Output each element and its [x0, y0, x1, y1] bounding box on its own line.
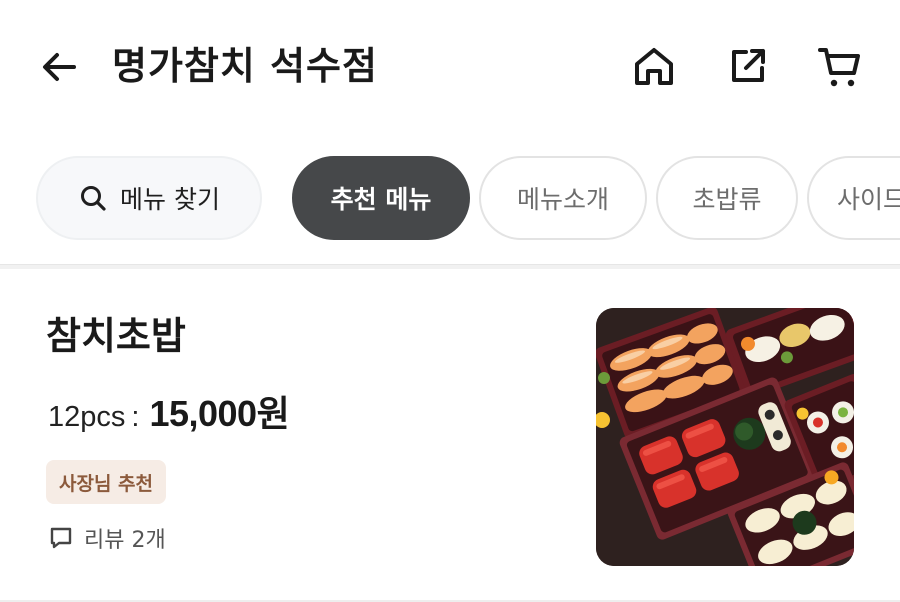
back-button[interactable]	[34, 42, 84, 92]
back-arrow-icon	[43, 53, 76, 81]
price-separator: :	[131, 401, 140, 433]
menu-item-name: 참치초밥	[46, 314, 186, 358]
comment-icon	[48, 525, 74, 551]
category-tabs: 메뉴 찾기 추천 메뉴 메뉴소개 초밥류 사이드	[0, 154, 900, 242]
menu-search-button[interactable]: 메뉴 찾기	[36, 156, 262, 240]
recommend-badge: 사장님 추천	[46, 460, 167, 504]
home-icon	[635, 48, 673, 85]
price-row: 12pcs : 15,000원	[48, 390, 290, 441]
tab-recommended[interactable]: 추천 메뉴	[292, 156, 470, 240]
search-icon	[78, 183, 108, 213]
tab-menu-intro[interactable]: 메뉴소개	[479, 156, 647, 240]
review-count: 리뷰 2개	[48, 522, 166, 554]
home-button[interactable]	[628, 40, 680, 92]
tab-sushi[interactable]: 초밥류	[656, 156, 798, 240]
menu-search-label: 메뉴 찾기	[120, 185, 220, 214]
section-divider	[0, 264, 900, 269]
menu-item-image	[596, 308, 854, 566]
cart-button[interactable]	[814, 40, 866, 92]
review-count-label: 리뷰 2개	[84, 528, 166, 553]
share-icon	[732, 49, 765, 82]
cart-icon	[818, 48, 860, 87]
menu-item-card[interactable]: 참치초밥 12pcs : 15,000원 사장님 추천 리뷰 2개	[0, 270, 900, 600]
price-value: 15,000원	[149, 393, 290, 434]
sushi-platter-image	[596, 308, 854, 566]
quantity-label: 12pcs	[48, 401, 126, 433]
tab-side[interactable]: 사이드	[807, 156, 900, 240]
app-header: 명가참치 석수점	[0, 0, 900, 132]
page-title: 명가참치 석수점	[112, 44, 378, 88]
share-button[interactable]	[722, 40, 774, 92]
